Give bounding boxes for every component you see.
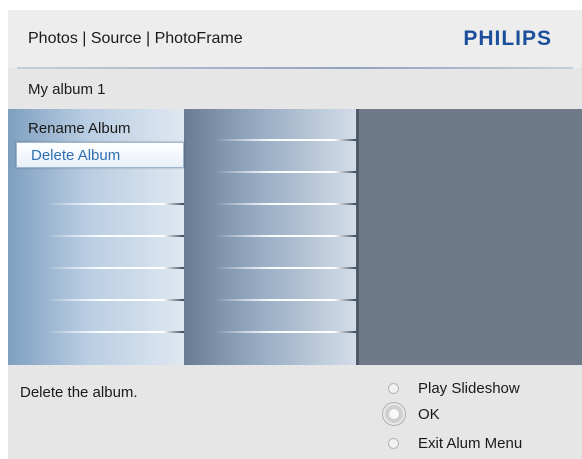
- menu-separator: [214, 331, 356, 333]
- header-bar: Photos | Source | PhotoFrame PHILIPS: [8, 10, 582, 68]
- philips-logo: PHILIPS: [463, 27, 552, 50]
- play-slideshow-label: Play Slideshow: [418, 379, 520, 397]
- menu-item-delete-album[interactable]: Delete Album: [16, 142, 184, 168]
- menu-separator: [214, 203, 356, 205]
- menu-separator: [44, 203, 184, 205]
- album-title: My album 1: [28, 81, 106, 98]
- menu-separator: [214, 267, 356, 269]
- menu-separator: [214, 299, 356, 301]
- ok-control[interactable]: OK: [382, 399, 440, 429]
- photo-frame-screen: Photos | Source | PhotoFrame PHILIPS My …: [8, 10, 582, 459]
- button-dot-icon: [388, 382, 399, 394]
- menu-column-2: [184, 109, 356, 365]
- button-dot-icon: [388, 437, 399, 449]
- exit-menu-label: Exit Alum Menu: [418, 434, 523, 452]
- play-slideshow-control[interactable]: Play Slideshow: [388, 375, 520, 401]
- column-divider: [356, 109, 359, 365]
- menu-separator: [44, 331, 184, 333]
- exit-menu-control[interactable]: Exit Alum Menu: [388, 430, 522, 456]
- breadcrumb: Photos | Source | PhotoFrame: [28, 30, 243, 47]
- menu-separator: [44, 235, 184, 237]
- menu-separator: [214, 235, 356, 237]
- menu-separator: [44, 299, 184, 301]
- menu-separator: [214, 171, 356, 173]
- menu-panel: Rename Album Delete Album: [8, 109, 582, 365]
- ok-knob-icon: [382, 402, 406, 426]
- header-divider: [17, 67, 573, 69]
- ok-label: OK: [418, 405, 440, 423]
- item-description: Delete the album.: [20, 384, 138, 401]
- menu-item-rename-album[interactable]: Rename Album: [14, 116, 180, 142]
- menu-separator: [214, 139, 356, 141]
- menu-separator: [44, 267, 184, 269]
